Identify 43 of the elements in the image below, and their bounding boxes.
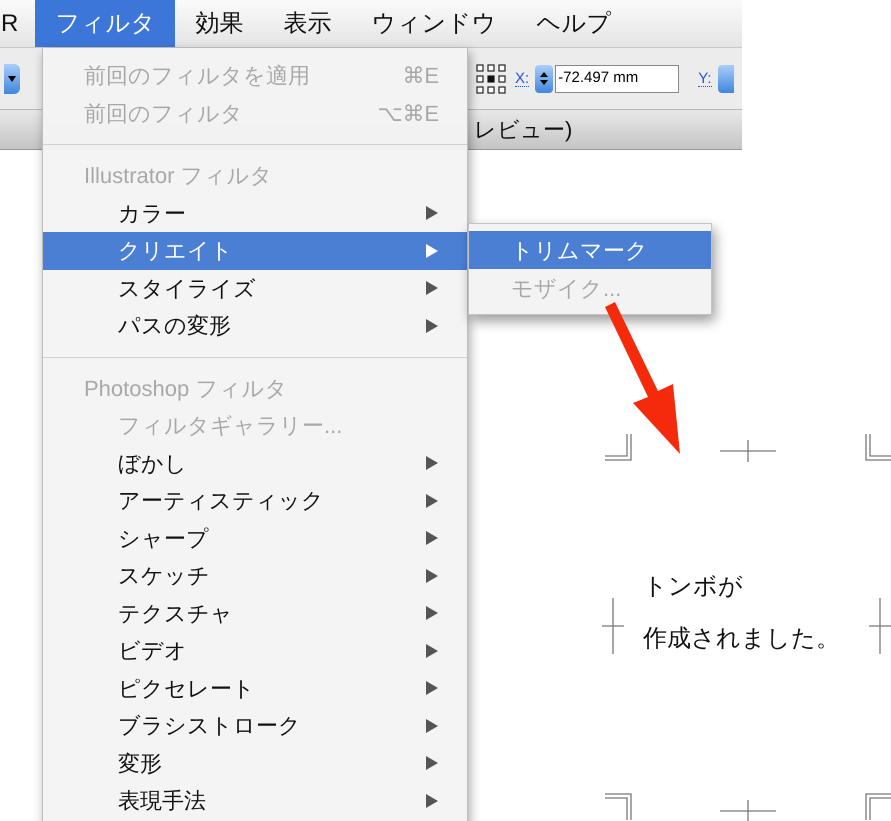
center-trim-mark-icon — [720, 440, 776, 462]
menu-section-header: Illustrator フィルタ — [83, 162, 274, 190]
menu-item[interactable]: スケッチ — [43, 557, 467, 594]
menu-item[interactable]: パスの変形 — [43, 307, 467, 344]
menu-item[interactable]: 表現手法 — [43, 782, 467, 820]
menu-bar-item[interactable]: フィルタ — [35, 0, 176, 47]
document-title: レビュー) — [474, 116, 572, 144]
corner-trim-mark-icon — [605, 792, 633, 820]
caret-icon — [8, 76, 16, 82]
menu-item[interactable]: シャープ — [43, 520, 467, 557]
menu-item[interactable]: テクスチャ — [43, 594, 467, 632]
menu-item[interactable]: アーティスティック — [43, 482, 467, 520]
center-trim-mark-icon — [602, 598, 624, 654]
corner-trim-mark-icon — [864, 792, 891, 820]
canvas-text: トンボが — [643, 572, 744, 602]
menu-bar-item[interactable]: ウィンドウ — [351, 0, 516, 47]
menu-bar-item[interactable]: 表示 — [263, 0, 352, 47]
menu-item[interactable]: ビデオ — [43, 632, 467, 670]
canvas-text: 作成されました。 — [643, 624, 840, 654]
y-label: Y: — [698, 70, 712, 86]
reference-point-icon[interactable] — [475, 62, 507, 94]
up-caret-icon — [540, 72, 548, 77]
menu-bar-item[interactable]: ヘルプ — [516, 0, 632, 47]
dropdown-button[interactable] — [4, 64, 20, 94]
center-trim-mark-icon — [720, 800, 776, 821]
menu-bar-item[interactable]: 効果 — [175, 0, 264, 47]
menu-item[interactable]: 変形 — [43, 744, 467, 782]
stepper-button[interactable] — [535, 64, 554, 92]
menu-bar-item[interactable]: R — [0, 0, 36, 47]
menu-item[interactable]: ピクセレート — [43, 670, 467, 707]
x-label: X: — [515, 70, 530, 86]
center-trim-mark-icon — [869, 598, 891, 654]
menu-item[interactable]: ぼかし — [43, 444, 467, 482]
menu-item[interactable]: クリエイト — [43, 232, 467, 270]
menu-item[interactable]: ブラシストローク — [43, 707, 467, 744]
menu-item[interactable]: カラー — [43, 194, 467, 232]
corner-trim-mark-icon — [864, 434, 891, 462]
x-coordinate-field[interactable]: -72.497 mm — [555, 64, 680, 92]
menu-item[interactable]: スタイライズ — [43, 270, 467, 307]
down-caret-icon — [540, 80, 548, 85]
submenu-item[interactable]: トリムマーク — [469, 231, 711, 269]
menu-section-header: Photoshop フィルタ — [83, 374, 288, 403]
corner-trim-mark-icon — [605, 434, 633, 462]
